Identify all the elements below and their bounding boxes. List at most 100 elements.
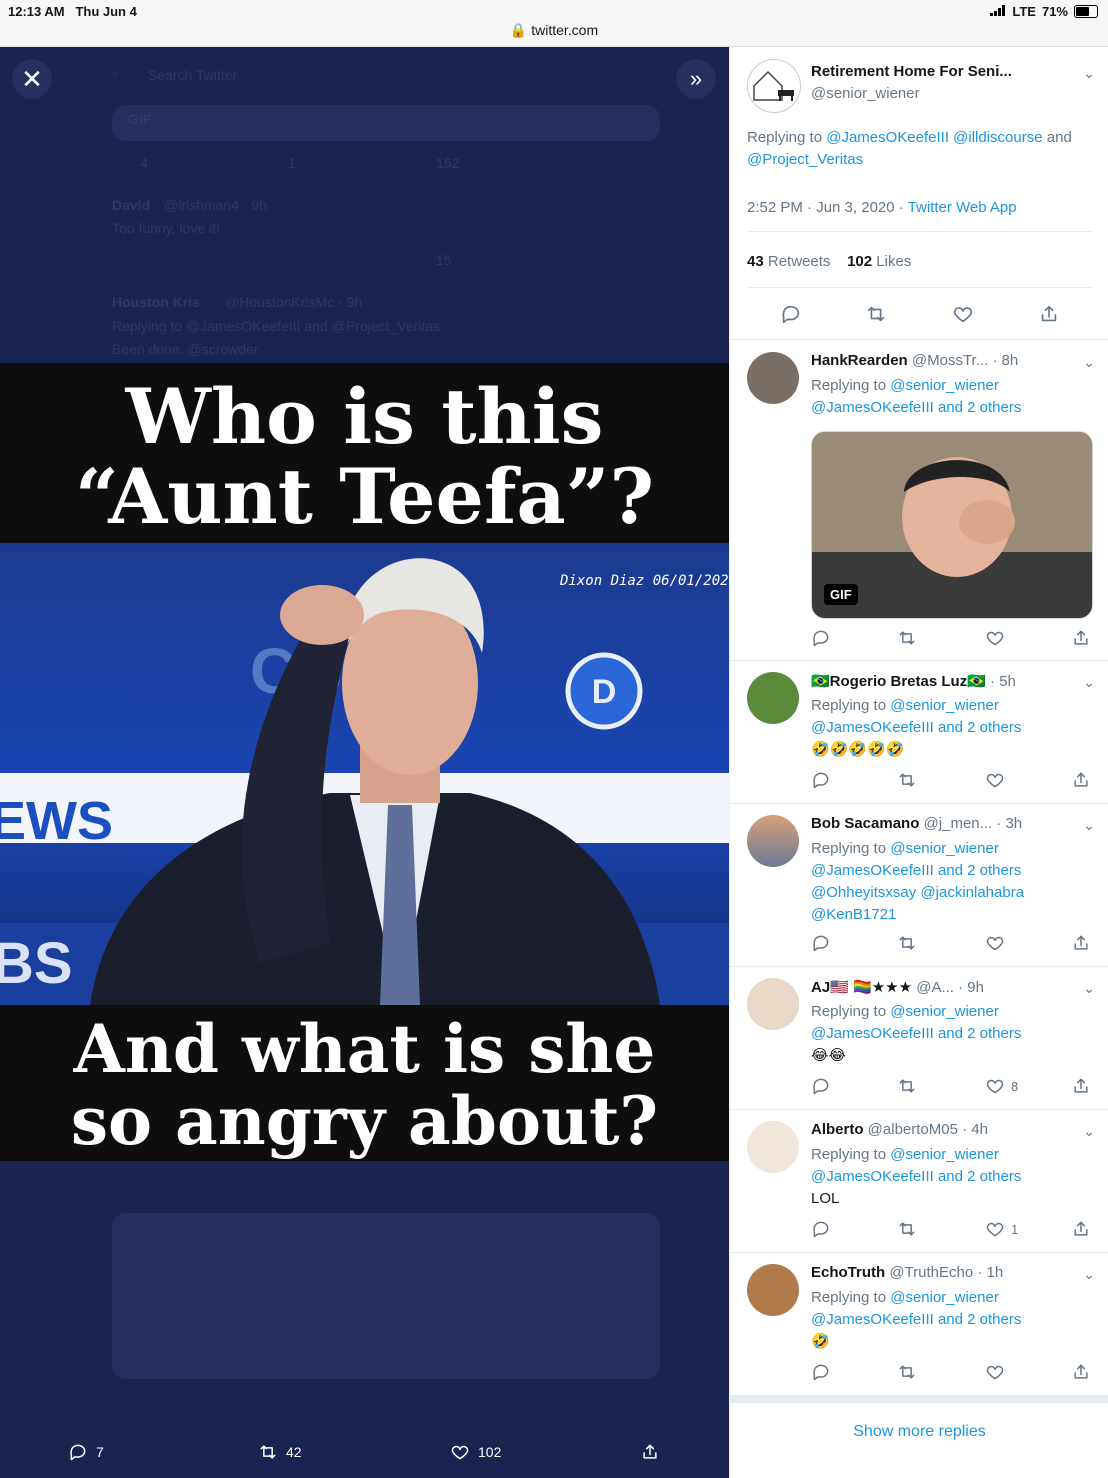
double-chevron-right-icon: » — [689, 66, 703, 91]
chevron-down-icon[interactable]: ⌄ — [1083, 817, 1095, 834]
reply-action[interactable] — [811, 1219, 831, 1239]
reply-handle[interactable]: @j_men... · 3h — [924, 815, 1023, 832]
reply-action[interactable] — [811, 1362, 831, 1382]
replying-others[interactable]: @JamesOKeefeIII and 2 others — [811, 1311, 1021, 1328]
reply-tweet[interactable]: HankRearden @MossTr... · 8h ⌄ Replying t… — [730, 340, 1108, 661]
retweet-icon[interactable] — [865, 303, 887, 325]
share-action[interactable] — [1071, 1076, 1091, 1096]
url-bar[interactable]: 🔒 twitter.com — [0, 22, 1108, 39]
like-action[interactable]: 8 — [985, 1076, 1018, 1096]
like-action[interactable] — [985, 1362, 1011, 1382]
svg-text:EWS: EWS — [0, 791, 113, 851]
tweet-source[interactable]: Twitter Web App — [908, 199, 1017, 216]
reply-action[interactable] — [811, 933, 831, 953]
like-action[interactable]: 1 — [985, 1219, 1018, 1239]
share-action[interactable] — [1071, 933, 1091, 953]
replying-others[interactable]: @JamesOKeefeIII and 2 others — [811, 399, 1021, 416]
author-handle[interactable]: @senior_wiener — [811, 85, 920, 102]
expand-button[interactable]: » — [676, 59, 716, 99]
avatar[interactable] — [747, 59, 801, 113]
reply-author[interactable]: Bob Sacamano — [811, 815, 919, 832]
reply-author[interactable]: 🇧🇷Rogerio Bretas Luz🇧🇷 — [811, 673, 986, 690]
share-action[interactable] — [1071, 628, 1091, 648]
avatar[interactable] — [747, 1121, 799, 1173]
chevron-down-icon[interactable]: ⌄ — [1083, 980, 1095, 997]
retweet-action[interactable] — [897, 933, 917, 953]
likes-count[interactable]: 102 — [847, 253, 872, 270]
replying-last-user[interactable]: @Project_Veritas — [747, 151, 863, 168]
share-icon[interactable] — [1038, 303, 1060, 325]
reply-handle[interactable]: · 5h — [990, 673, 1016, 690]
retweets-label[interactable]: Retweets — [768, 253, 831, 270]
reply-handle[interactable]: @A... · 9h — [916, 979, 984, 996]
retweet-action[interactable] — [897, 628, 917, 648]
replying-user[interactable]: @senior_wiener — [890, 697, 999, 714]
share-action[interactable] — [1071, 1362, 1091, 1382]
reply-action[interactable] — [811, 770, 831, 790]
replying-others[interactable]: @JamesOKeefeIII and 2 others — [811, 1168, 1021, 1185]
reply-tweet[interactable]: 🇧🇷Rogerio Bretas Luz🇧🇷 · 5h ⌄ Replying t… — [730, 660, 1108, 804]
reply-body: 😂😂 — [811, 1047, 847, 1064]
reply-tweet[interactable]: EchoTruth @TruthEcho · 1h ⌄ Replying to … — [730, 1252, 1108, 1396]
reply-action[interactable]: 7 — [68, 1442, 104, 1462]
replying-others[interactable]: @JamesOKeefeIII and 2 others — [811, 1025, 1021, 1042]
heart-icon[interactable] — [952, 303, 974, 325]
reply-gif[interactable]: GIF — [811, 431, 1093, 619]
like-action[interactable] — [985, 933, 1011, 953]
share-action[interactable] — [640, 1442, 660, 1462]
replying-user[interactable]: @senior_wiener — [890, 1146, 999, 1163]
share-action[interactable] — [1071, 770, 1091, 790]
tweet-time: 2:52 PM · Jun 3, 2020 — [747, 199, 895, 216]
likes-label[interactable]: Likes — [876, 253, 911, 270]
reply-tweet[interactable]: Bob Sacamano @j_men... · 3h ⌄ Replying t… — [730, 803, 1108, 967]
chevron-down-icon[interactable]: ⌄ — [1083, 65, 1095, 82]
share-icon — [1074, 1221, 1088, 1236]
replying-user[interactable]: @senior_wiener — [890, 1003, 999, 1020]
avatar[interactable] — [747, 978, 799, 1030]
reply-count: 7 — [96, 1443, 104, 1460]
replying-others[interactable]: @JamesOKeefeIII and 2 others — [811, 719, 1021, 736]
reply-handle[interactable]: @MossTr... · 8h — [912, 352, 1018, 369]
like-action[interactable] — [985, 770, 1011, 790]
reply-author[interactable]: HankRearden — [811, 352, 908, 369]
reply-author[interactable]: AJ🇺🇸 🏳️‍🌈★★★ — [811, 979, 912, 996]
retweet-action[interactable] — [897, 770, 917, 790]
share-action[interactable] — [1071, 1219, 1091, 1239]
replying-user[interactable]: @senior_wiener — [890, 840, 999, 857]
retweet-action[interactable] — [897, 1076, 917, 1096]
avatar[interactable] — [747, 1264, 799, 1316]
author-name[interactable]: Retirement Home For Seni... — [811, 63, 1012, 80]
reply-icon[interactable] — [780, 303, 802, 325]
avatar[interactable] — [747, 352, 799, 404]
replying-user[interactable]: @senior_wiener — [890, 1289, 999, 1306]
reply-action[interactable] — [811, 628, 831, 648]
reply-header: 🇧🇷Rogerio Bretas Luz🇧🇷 · 5h — [811, 672, 1071, 690]
like-action[interactable] — [985, 628, 1011, 648]
replying-users[interactable]: @JamesOKeefeIII @illdiscourse — [826, 129, 1042, 146]
reply-author[interactable]: EchoTruth — [811, 1264, 885, 1281]
like-action[interactable]: 102 — [450, 1442, 501, 1462]
chevron-down-icon[interactable]: ⌄ — [1083, 1123, 1095, 1140]
chevron-down-icon[interactable]: ⌄ — [1083, 674, 1095, 691]
chevron-down-icon[interactable]: ⌄ — [1083, 354, 1095, 371]
reply-action[interactable] — [811, 1076, 831, 1096]
close-button[interactable]: ✕ — [12, 59, 52, 99]
reply-author[interactable]: Alberto — [811, 1121, 864, 1138]
chevron-down-icon[interactable]: ⌄ — [1083, 1266, 1095, 1283]
retweet-action[interactable] — [897, 1219, 917, 1239]
retweets-count[interactable]: 43 — [747, 253, 764, 270]
meme-image[interactable]: Who is this “Aunt Teefa”? D EWS BS CB — [0, 363, 729, 1161]
avatar[interactable] — [747, 815, 799, 867]
replying-user[interactable]: @senior_wiener — [890, 377, 999, 394]
reply-handle[interactable]: @TruthEcho · 1h — [889, 1264, 1003, 1281]
reply-tweet[interactable]: Alberto @albertoM05 · 4h ⌄ Replying to @… — [730, 1109, 1108, 1253]
reply-handle[interactable]: @albertoM05 · 4h — [868, 1121, 988, 1138]
retweet-action[interactable]: 42 — [258, 1442, 302, 1462]
background-reply-name: Houston Kris — [112, 294, 200, 310]
avatar[interactable] — [747, 672, 799, 724]
retweet-action[interactable] — [897, 1362, 917, 1382]
replying-others[interactable]: @JamesOKeefeIII and 2 others — [811, 862, 1021, 879]
reply-tweet[interactable]: AJ🇺🇸 🏳️‍🌈★★★ @A... · 9h ⌄ Replying to @s… — [730, 966, 1108, 1110]
show-more-replies-button[interactable]: Show more replies — [730, 1423, 1108, 1441]
reply-body[interactable]: @Ohheyitsxsay @jackinlahabra @KenB1721 — [811, 882, 1091, 926]
